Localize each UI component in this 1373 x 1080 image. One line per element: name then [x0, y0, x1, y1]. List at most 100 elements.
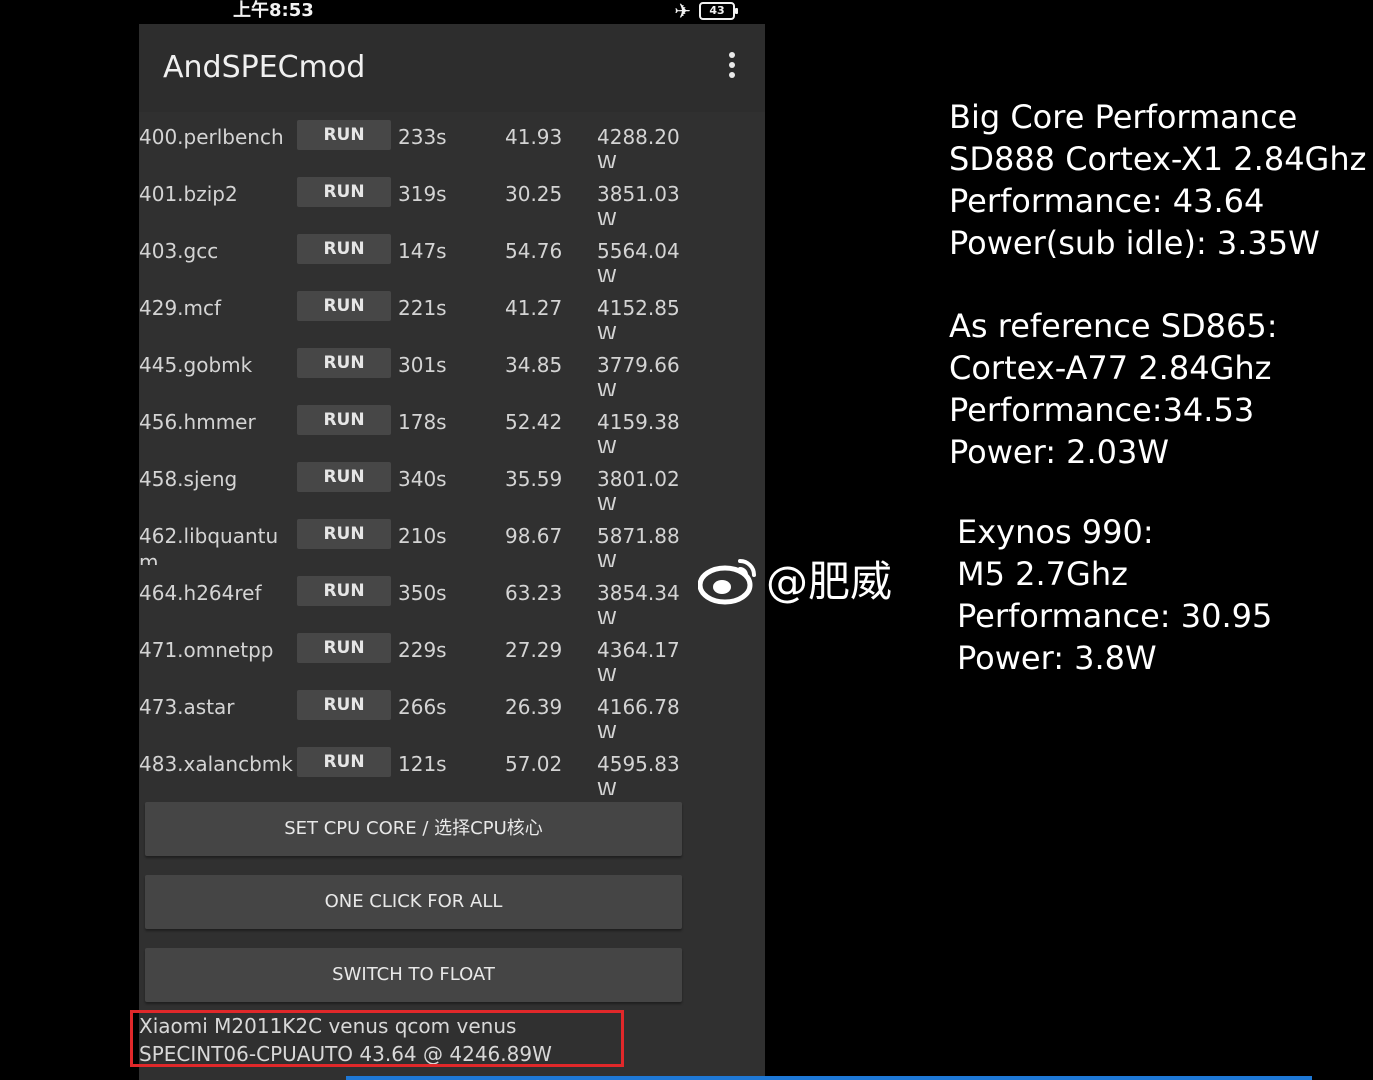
one-click-for-all-button[interactable]: ONE CLICK FOR ALL [145, 875, 682, 929]
benchmark-row: 471.omnetpp RUN 229s 27.29 4364.17 W [139, 625, 765, 682]
benchmark-energy: 3801.02 W [597, 467, 680, 510]
run-button[interactable]: RUN [297, 633, 391, 663]
benchmark-time: 350s [398, 581, 447, 605]
benchmark-row: 429.mcf RUN 221s 41.27 4152.85 W [139, 283, 765, 340]
weibo-logo-icon [698, 553, 760, 605]
note-line: Power(sub idle): 3.35W [949, 224, 1320, 262]
note-line: Exynos 990: [957, 513, 1154, 551]
benchmark-time: 301s [398, 353, 447, 377]
note-line: Power: 3.8W [957, 639, 1157, 677]
benchmark-score: 54.76 [505, 239, 563, 263]
benchmark-time: 233s [398, 125, 447, 149]
benchmark-energy: 4166.78 W [597, 695, 680, 738]
benchmark-time: 229s [398, 638, 447, 662]
benchmark-row: 456.hmmer RUN 178s 52.42 4159.38 W [139, 397, 765, 454]
benchmark-name: 471.omnetpp [139, 638, 274, 662]
note-line: Performance: 30.95 [957, 597, 1273, 635]
benchmark-time: 340s [398, 467, 447, 491]
benchmark-energy: 3779.66 W [597, 353, 680, 396]
note-line: Power: 2.03W [949, 433, 1170, 471]
benchmark-name: 464.h264ref [139, 581, 262, 605]
notes-block-exynos990: Exynos 990: M5 2.7Ghz Performance: 30.95… [957, 511, 1272, 679]
benchmark-row: 462.libquantum RUN 210s 98.67 5871.88 W [139, 511, 765, 568]
benchmark-score: 26.39 [505, 695, 563, 719]
run-button[interactable]: RUN [297, 462, 391, 492]
notes-block-sd865: As reference SD865: Cortex-A77 2.84Ghz P… [949, 305, 1278, 473]
switch-to-float-button[interactable]: SWITCH TO FLOAT [145, 948, 682, 1002]
benchmark-energy: 5871.88 W [597, 524, 680, 567]
benchmark-row: 483.xalancbmk RUN 121s 57.02 4595.83 W [139, 739, 765, 796]
benchmark-score: 63.23 [505, 581, 563, 605]
benchmark-energy: 3851.03 W [597, 182, 680, 225]
run-button[interactable]: RUN [297, 405, 391, 435]
note-line: SD888 Cortex-X1 2.84Ghz [949, 140, 1367, 178]
benchmark-time: 266s [398, 695, 447, 719]
status-bar: 上午8:53 ✈ 43 [139, 0, 765, 24]
note-line: Big Core Performance [949, 98, 1298, 136]
benchmark-name: 400.perlbench [139, 125, 284, 149]
run-button[interactable]: RUN [297, 234, 391, 264]
benchmark-time: 147s [398, 239, 447, 263]
benchmark-time: 178s [398, 410, 447, 434]
progress-line [346, 1076, 1312, 1080]
benchmark-score: 41.93 [505, 125, 563, 149]
benchmark-row: 464.h264ref RUN 350s 63.23 3854.34 W [139, 568, 765, 625]
phone-screen: 上午8:53 ✈ 43 AndSPECmod 400.perlbench RUN… [139, 0, 765, 1080]
benchmark-score: 41.27 [505, 296, 563, 320]
battery-icon: 43 [699, 2, 738, 20]
benchmark-score: 98.67 [505, 524, 563, 548]
benchmark-row: 458.sjeng RUN 340s 35.59 3801.02 W [139, 454, 765, 511]
benchmark-name: 456.hmmer [139, 410, 256, 434]
benchmark-time: 319s [398, 182, 447, 206]
run-button[interactable]: RUN [297, 519, 391, 549]
note-line: M5 2.7Ghz [957, 555, 1128, 593]
benchmark-name: 473.astar [139, 695, 235, 719]
set-cpu-core-button[interactable]: SET CPU CORE / 选择CPU核心 [145, 802, 682, 856]
app-bar: AndSPECmod [139, 24, 765, 112]
run-button[interactable]: RUN [297, 348, 391, 378]
benchmark-row: 445.gobmk RUN 301s 34.85 3779.66 W [139, 340, 765, 397]
benchmark-energy: 3854.34 W [597, 581, 680, 624]
status-icons: ✈ 43 [674, 0, 738, 23]
benchmark-score: 35.59 [505, 467, 563, 491]
benchmark-time: 210s [398, 524, 447, 548]
watermark-text: @肥威 [766, 557, 893, 606]
run-button[interactable]: RUN [297, 291, 391, 321]
highlight-box [130, 1010, 624, 1067]
status-time: 上午8:53 [233, 0, 314, 21]
benchmark-name: 483.xalancbmk [139, 752, 293, 776]
airplane-mode-icon: ✈ [674, 0, 691, 23]
benchmark-energy: 4159.38 W [597, 410, 680, 453]
benchmark-score: 27.29 [505, 638, 563, 662]
note-line: As reference SD865: [949, 307, 1278, 345]
benchmark-name: 401.bzip2 [139, 182, 238, 206]
benchmark-score: 30.25 [505, 182, 563, 206]
benchmark-name: 462.libquantum [139, 524, 279, 565]
note-line: Performance:34.53 [949, 391, 1255, 429]
watermark: @肥威 [698, 548, 892, 609]
benchmark-row: 403.gcc RUN 147s 54.76 5564.04 W [139, 226, 765, 283]
benchmark-time: 221s [398, 296, 447, 320]
benchmark-name: 458.sjeng [139, 467, 238, 491]
benchmark-row: 401.bzip2 RUN 319s 30.25 3851.03 W [139, 169, 765, 226]
benchmark-row: 473.astar RUN 266s 26.39 4166.78 W [139, 682, 765, 739]
benchmark-energy: 4288.20 W [597, 125, 680, 168]
benchmark-score: 34.85 [505, 353, 563, 377]
benchmark-score: 57.02 [505, 752, 563, 776]
benchmark-time: 121s [398, 752, 447, 776]
overflow-menu-icon[interactable] [727, 52, 737, 84]
run-button[interactable]: RUN [297, 120, 391, 150]
benchmark-energy: 5564.04 W [597, 239, 680, 282]
notes-block-sd888: Big Core Performance SD888 Cortex-X1 2.8… [949, 96, 1366, 264]
run-button[interactable]: RUN [297, 177, 391, 207]
benchmark-row: 400.perlbench RUN 233s 41.93 4288.20 W [139, 112, 765, 169]
run-button[interactable]: RUN [297, 747, 391, 777]
benchmark-energy: 4152.85 W [597, 296, 680, 339]
benchmark-score: 52.42 [505, 410, 563, 434]
run-button[interactable]: RUN [297, 576, 391, 606]
benchmark-name: 445.gobmk [139, 353, 253, 377]
run-button[interactable]: RUN [297, 690, 391, 720]
benchmark-energy: 4364.17 W [597, 638, 680, 681]
app-title: AndSPECmod [163, 50, 366, 85]
benchmark-name: 403.gcc [139, 239, 219, 263]
